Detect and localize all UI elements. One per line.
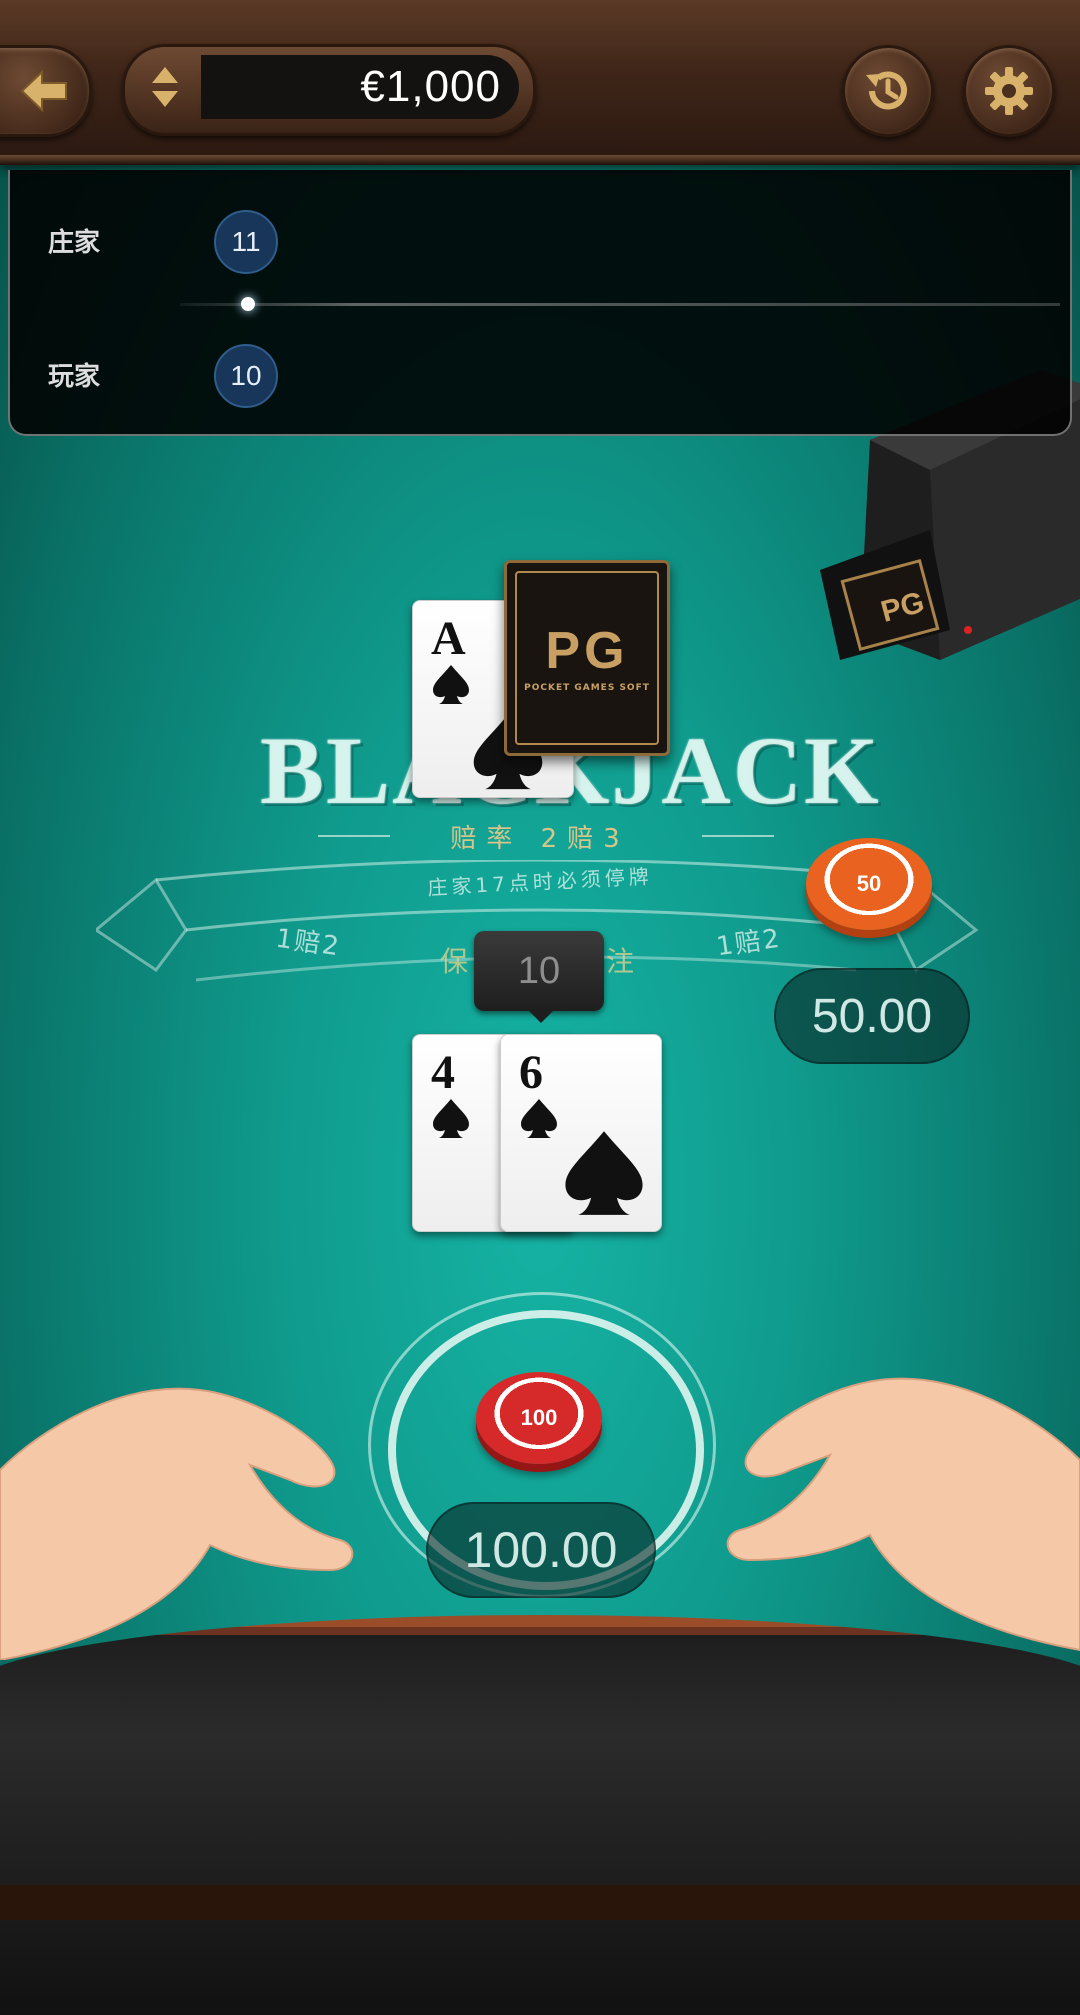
score-indicator-dot bbox=[241, 297, 255, 311]
gear-icon bbox=[985, 67, 1033, 115]
main-bet-chip[interactable]: 100 bbox=[476, 1372, 602, 1464]
settings-button[interactable] bbox=[963, 45, 1055, 137]
spade-icon bbox=[565, 1131, 643, 1215]
player-label: 玩家 bbox=[48, 362, 101, 392]
card-back-logo: PG bbox=[545, 622, 629, 680]
balance-value: €1,000 bbox=[360, 62, 501, 111]
chip-value: 100 bbox=[520, 1405, 558, 1430]
chip-value: 50 bbox=[856, 871, 882, 896]
spade-icon bbox=[433, 665, 469, 704]
payout-text: 赔率 2赔3 bbox=[450, 824, 630, 854]
player-score-badge: 10 bbox=[214, 344, 278, 408]
up-down-arrows-icon bbox=[152, 67, 178, 107]
player-card-6-spades: 6 bbox=[500, 1034, 662, 1232]
balance-display: €1,000 bbox=[122, 44, 536, 136]
arrow-left-icon bbox=[20, 69, 67, 113]
dealer-label: 庄家 bbox=[48, 228, 101, 258]
dealer-hidden-card: PG POCKET GAMES SOFT bbox=[504, 560, 670, 756]
table-rail bbox=[0, 1615, 1080, 2015]
bottom-wood-edge bbox=[0, 1885, 1080, 1920]
card-rank: 6 bbox=[519, 1046, 543, 1099]
history-button[interactable] bbox=[842, 45, 934, 137]
card-rank: A bbox=[431, 612, 466, 665]
top-bar: €1,000 bbox=[0, 0, 1080, 165]
card-rank: 4 bbox=[431, 1046, 455, 1099]
main-bet-amount: 100.00 bbox=[426, 1502, 656, 1598]
spade-icon bbox=[433, 1099, 469, 1138]
insurance-label-left: 保 bbox=[440, 945, 469, 978]
spade-icon bbox=[521, 1099, 557, 1138]
dealer-score-badge: 11 bbox=[214, 210, 278, 274]
balance-toggle-button[interactable] bbox=[133, 55, 197, 119]
left-hand-image bbox=[0, 1387, 354, 1660]
back-button[interactable] bbox=[0, 45, 92, 137]
balance-field: €1,000 bbox=[201, 55, 519, 119]
card-back-brand: POCKET GAMES SOFT bbox=[524, 683, 650, 693]
insurance-chip[interactable]: 50 bbox=[806, 838, 932, 930]
insurance-label-right: 注 bbox=[606, 945, 635, 978]
score-divider bbox=[180, 303, 1060, 306]
history-icon bbox=[866, 71, 907, 110]
right-hand-image bbox=[726, 1377, 1080, 1652]
player-hand-value: 10 bbox=[474, 931, 604, 1023]
score-panel: 庄家 11 玩家 10 bbox=[8, 170, 1072, 436]
insurance-bet-amount: 50.00 bbox=[774, 968, 970, 1064]
